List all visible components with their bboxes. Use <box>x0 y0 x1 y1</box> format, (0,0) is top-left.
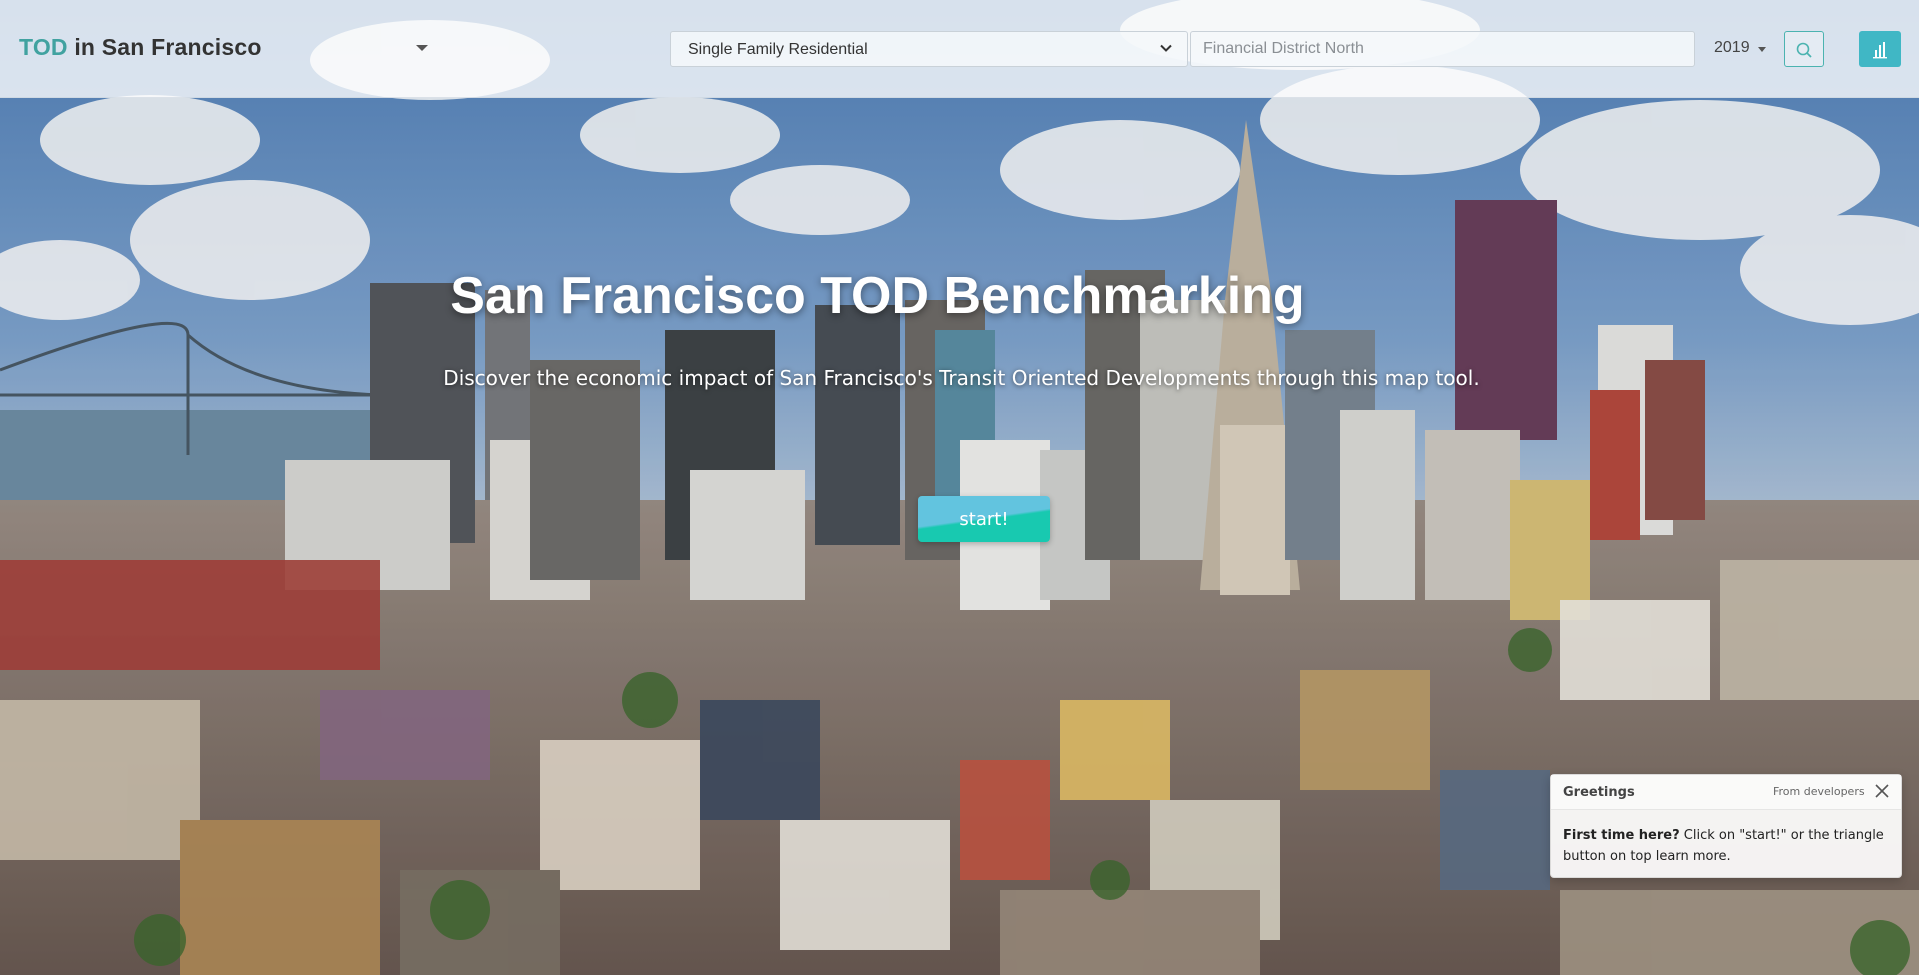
top-navbar: TOD in San Francisco Single Family Resid… <box>0 0 1919 98</box>
hero-subtitle-text: Discover the economic impact of San Fran… <box>443 366 1480 390</box>
chevron-down-icon <box>1160 44 1172 52</box>
hero-title: San Francisco TOD Benchmarking <box>0 266 1919 326</box>
start-button[interactable]: start! <box>918 496 1050 542</box>
toast-body-bold: First time here? <box>1563 828 1680 843</box>
toast-title: Greetings <box>1563 785 1635 800</box>
search-button[interactable] <box>1784 31 1824 67</box>
brand-title[interactable]: TOD in San Francisco <box>19 34 262 61</box>
brand-rest: in San Francisco <box>74 34 262 60</box>
hero-subtitle: Discover the economic impact of San Fran… <box>0 366 1919 390</box>
property-type-select[interactable]: Single Family Residential <box>670 31 1188 67</box>
neighborhood-search-input[interactable] <box>1190 31 1695 67</box>
property-type-value: Single Family Residential <box>688 41 868 58</box>
hero-title-text: San Francisco TOD Benchmarking <box>450 267 1305 325</box>
toast-meta: From developers <box>1773 785 1865 798</box>
search-icon <box>1796 42 1812 58</box>
close-icon[interactable] <box>1874 783 1890 799</box>
bar-chart-icon <box>1873 42 1887 59</box>
caret-down-icon[interactable] <box>416 45 428 51</box>
greeting-toast: Greetings From developers First time her… <box>1550 774 1902 878</box>
year-select[interactable]: 2019 <box>1714 39 1750 57</box>
toast-header: Greetings From developers <box>1551 775 1901 810</box>
toast-body: First time here? Click on "start!" or th… <box>1563 825 1889 867</box>
caret-down-icon[interactable] <box>1758 47 1766 52</box>
chart-button[interactable] <box>1859 31 1901 67</box>
brand-accent: TOD <box>19 34 68 60</box>
